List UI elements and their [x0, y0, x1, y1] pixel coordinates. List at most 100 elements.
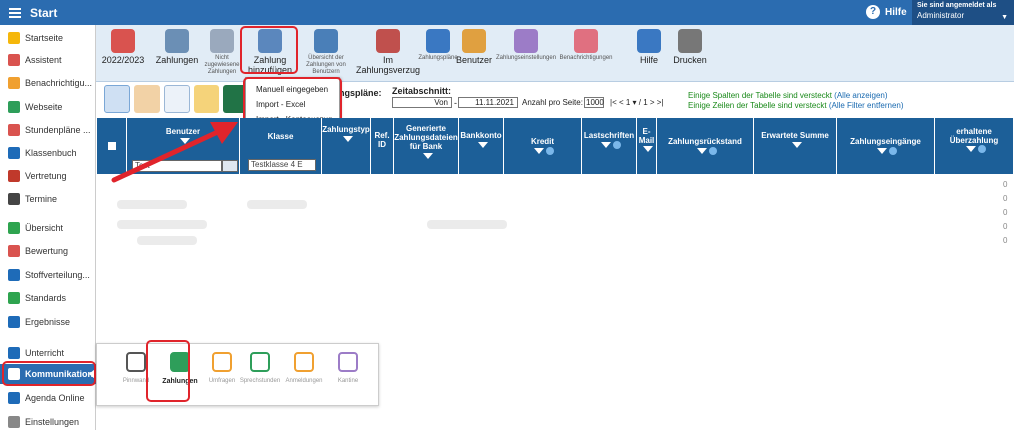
row-value: 0	[1003, 208, 1008, 217]
info-icon[interactable]	[977, 145, 986, 154]
sidebar-item-icon	[8, 392, 20, 404]
sidebar-item-2[interactable]: Benachrichtigu...	[0, 73, 96, 93]
popup-item-2[interactable]: Umfragen	[203, 352, 241, 384]
sidebar-item-16[interactable]: Einstellungen	[0, 412, 96, 432]
date-separator: -	[454, 98, 457, 108]
filter-funnel-icon[interactable]	[534, 147, 544, 154]
column-header-4[interactable]: Generierte Zahlungsdateien für Bank	[394, 118, 459, 174]
sidebar-item-9[interactable]: Bewertung	[0, 241, 96, 261]
remove-filters-link[interactable]: (Alle Filter entfernen)	[829, 101, 904, 110]
date-to-input[interactable]: 11.11.2021	[458, 97, 518, 108]
app-title: Start	[30, 5, 58, 20]
sidebar-item-1[interactable]: Assistent	[0, 50, 96, 70]
sidebar-item-label: Benachrichtigu...	[25, 78, 93, 88]
sidebar-item-icon	[8, 347, 20, 359]
sidebar-item-label: Stundenpläne ...	[25, 125, 91, 135]
ribbon-button-9[interactable]: Benachrichtigungen	[556, 29, 616, 81]
column-header-7[interactable]: Lastschriften	[582, 118, 637, 174]
ribbon-button-icon	[637, 29, 661, 53]
sidebar-item-icon	[8, 316, 20, 328]
sidebar-item-label: Webseite	[25, 102, 63, 112]
popup-item-icon	[126, 352, 146, 372]
column-header-11[interactable]: Zahlungseingänge	[837, 118, 935, 174]
sidebar-item-label: Einstellungen	[25, 417, 80, 427]
sidebar-item-6[interactable]: Vertretung	[0, 166, 96, 186]
sidebar-item-label: Klassenbuch	[25, 148, 77, 158]
question-icon[interactable]: ?	[866, 5, 880, 19]
ribbon-button-small-label: Benachrichtigungen	[559, 55, 613, 61]
sidebar-item-13[interactable]: Unterricht	[0, 343, 96, 363]
sidebar-item-4[interactable]: Stundenpläne ...	[0, 120, 96, 140]
table-row	[247, 200, 307, 209]
row-value: 0	[1003, 180, 1008, 189]
column-header-label: erhaltene Überzahlung	[949, 126, 999, 145]
ribbon-button-1[interactable]: Zahlungen	[156, 29, 198, 81]
popup-item-4[interactable]: Anmeldungen	[285, 352, 323, 384]
sidebar-item-label: Unterricht	[25, 348, 65, 358]
sidebar-item-label: Übersicht	[25, 223, 64, 233]
filter-funnel-icon[interactable]	[342, 135, 353, 142]
filter-funnel-icon[interactable]	[791, 141, 802, 148]
column-header-10[interactable]: Erwartete Summe	[754, 118, 837, 174]
sidebar-item-12[interactable]: Ergebnisse	[0, 312, 96, 332]
filter-funnel-icon[interactable]	[643, 146, 653, 153]
ribbon-button-10[interactable]: Hilfe	[634, 29, 664, 81]
sidebar-item-0[interactable]: Startseite	[0, 28, 96, 48]
sidebar-item-icon	[8, 170, 20, 182]
info-icon[interactable]	[612, 140, 621, 149]
ribbon-button-small-label: Übersicht der Zahlungen von Benutzern	[306, 55, 346, 75]
ribbon-button-11[interactable]: Drucken	[670, 29, 710, 81]
sidebar-item-3[interactable]: Webseite	[0, 97, 96, 117]
filter-funnel-icon[interactable]	[600, 141, 611, 148]
table-row	[117, 200, 187, 209]
user-menu[interactable]: Sie sind angemeldet als Administrator ▼	[912, 0, 1014, 25]
hamburger-menu-icon[interactable]	[4, 0, 26, 25]
pagination[interactable]: |< < 1 ▾ / 1 > >|	[610, 98, 664, 107]
column-header-5[interactable]: Bankkonto	[459, 118, 504, 174]
ribbon-button-2[interactable]: Nicht zugewiesene Zahlungen	[204, 29, 240, 81]
filter-funnel-icon[interactable]	[696, 147, 707, 154]
ribbon-button-0[interactable]: 2022/2023	[102, 29, 144, 81]
date-from-input[interactable]: Von	[392, 97, 452, 108]
info-icon[interactable]	[889, 146, 897, 155]
info-icon[interactable]	[708, 146, 717, 155]
ribbon-button-5[interactable]: Im Zahlungsverzug	[356, 29, 420, 81]
per-page-input[interactable]: 1000	[584, 97, 604, 108]
hidden-columns-text: Einige Spalten der Tabelle sind versteck…	[688, 91, 832, 100]
column-header-6[interactable]: Kredit	[504, 118, 582, 174]
popup-item-5[interactable]: Kantine	[329, 352, 367, 384]
column-header-8[interactable]: E-Mail	[637, 118, 657, 174]
popup-item-icon	[338, 352, 358, 372]
filter-funnel-icon[interactable]	[877, 147, 887, 154]
filter-funnel-icon[interactable]	[477, 141, 488, 148]
show-all-link[interactable]: (Alle anzeigen)	[834, 91, 887, 100]
ribbon-button-8[interactable]: Zahlungseinstellungen	[496, 29, 556, 81]
sidebar-item-label: Standards	[25, 293, 67, 303]
column-header-3[interactable]: Ref. ID	[371, 118, 394, 174]
period-label: Zeitabschnitt:	[392, 86, 452, 96]
sidebar-item-11[interactable]: Standards	[0, 288, 96, 308]
filter-funnel-icon[interactable]	[422, 152, 433, 159]
help-link[interactable]: Hilfe	[885, 7, 907, 18]
ribbon-button-label: 2022/2023	[101, 55, 145, 65]
info-icon[interactable]	[546, 146, 554, 155]
sidebar-item-5[interactable]: Klassenbuch	[0, 143, 96, 163]
sidebar-item-7[interactable]: Termine	[0, 189, 96, 209]
sidebar-item-10[interactable]: Stoffverteilung...	[0, 265, 96, 285]
ribbon-button-small-label: Zahlungseinstellungen	[495, 55, 557, 61]
sidebar-item-15[interactable]: Agenda Online	[0, 388, 96, 408]
popup-item-3[interactable]: Sprechstunden	[240, 352, 280, 384]
red-arrow-annotation	[111, 122, 238, 183]
ribbon-button-7[interactable]: Benutzer	[454, 29, 494, 81]
row-value: 0	[1003, 222, 1008, 231]
ribbon-button-4[interactable]: Übersicht der Zahlungen von Benutzern	[302, 29, 350, 81]
column-header-12[interactable]: erhaltene Überzahlung	[935, 118, 1014, 174]
column-header-9[interactable]: Zahlungsrückstand	[657, 118, 754, 174]
popup-item-icon	[212, 352, 232, 372]
sidebar-item-label: Stoffverteilung...	[25, 270, 90, 280]
popup-item-label: Kantine	[337, 378, 359, 384]
column-header-2[interactable]: Zahlungstyp	[322, 118, 371, 174]
sidebar-item-8[interactable]: Übersicht	[0, 218, 96, 238]
filter-funnel-icon[interactable]	[965, 146, 976, 153]
ribbon-button-6[interactable]: Zahlungspläne	[418, 29, 458, 81]
